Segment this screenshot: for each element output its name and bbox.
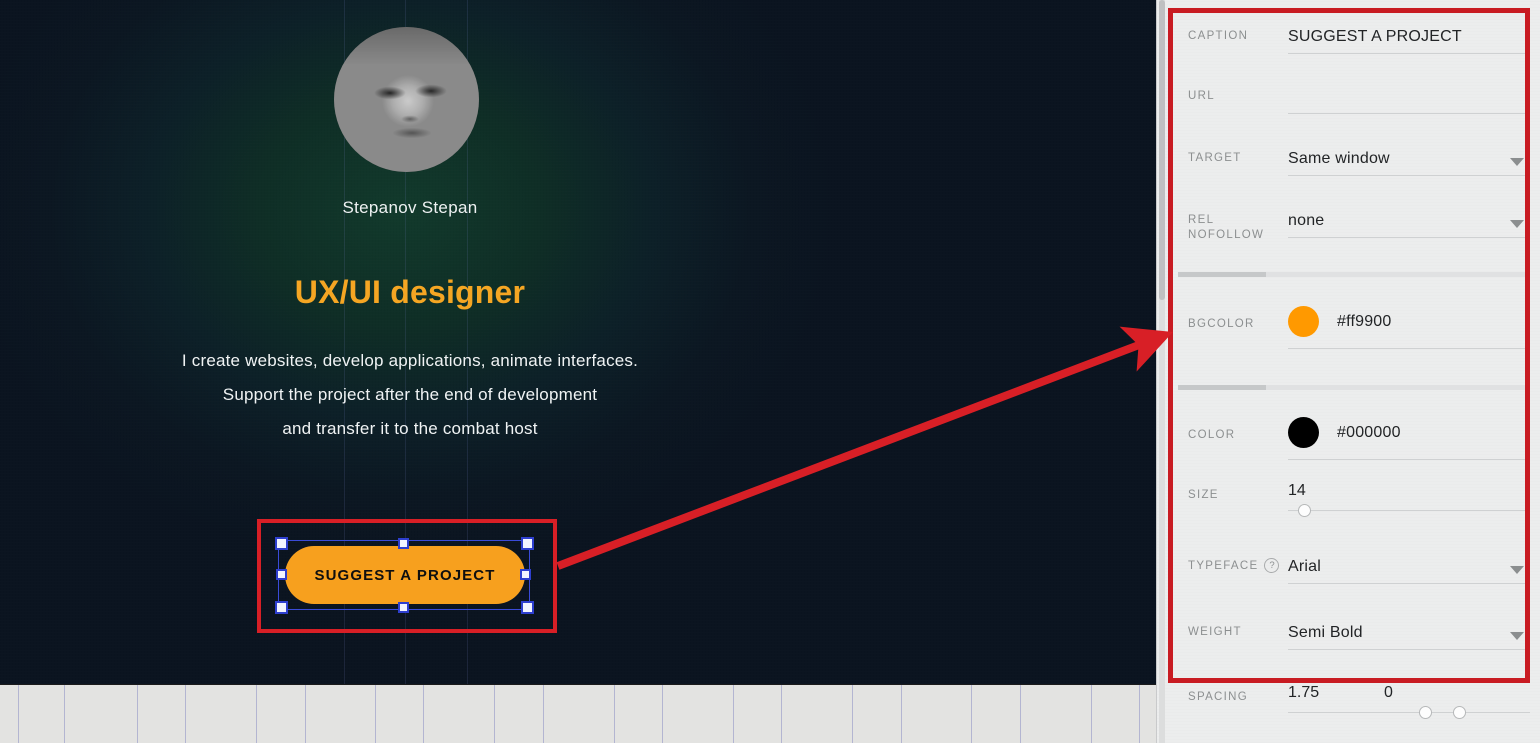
value-color: #000000 (1337, 423, 1401, 441)
ruler-gridline (971, 685, 972, 743)
row-rel-nofollow[interactable]: REL NOFOLLOW none (1178, 186, 1530, 248)
resize-handle-bottom-left[interactable] (275, 601, 288, 614)
resize-handle-bottom-right[interactable] (521, 601, 534, 614)
ruler-gridline (662, 685, 663, 743)
value-rel-nofollow: none (1288, 211, 1325, 229)
spacing-slider[interactable]: 1.75 0 (1288, 682, 1530, 719)
row-spacing[interactable]: SPACING 1.75 0 (1178, 660, 1530, 724)
value-target: Same window (1288, 149, 1390, 167)
value-spacing-letter: 1.75 (1288, 684, 1320, 701)
field-color[interactable]: #000000 (1288, 416, 1530, 460)
color-swatch[interactable] (1288, 417, 1319, 448)
value-size: 14 (1288, 482, 1306, 499)
label-size: SIZE (1188, 489, 1219, 501)
ruler-gridline (305, 685, 306, 743)
label-caption: CAPTION (1188, 30, 1249, 42)
row-url[interactable]: URL (1178, 62, 1530, 124)
chevron-down-icon[interactable] (1510, 219, 1524, 228)
ruler-gridline (733, 685, 734, 743)
field-rel-nofollow[interactable]: none (1288, 208, 1530, 238)
canvas-bottom-ruler (0, 684, 1156, 743)
field-typeface[interactable]: Arial (1288, 554, 1530, 584)
hero-description: I create websites, develop applications,… (0, 344, 820, 446)
ruler-gridline (1020, 685, 1021, 743)
value-typeface: Arial (1288, 557, 1322, 575)
chevron-down-icon[interactable] (1510, 631, 1524, 640)
ruler-gridline (1091, 685, 1092, 743)
chevron-down-icon[interactable] (1510, 157, 1524, 166)
hero-description-line: and transfer it to the combat host (282, 419, 538, 438)
ruler-gridline (781, 685, 782, 743)
app-root: Stepanov Stepan UX/UI designer I create … (0, 0, 1540, 743)
panel-scrollbar-thumb[interactable] (1159, 0, 1165, 300)
field-size[interactable]: 14 (1288, 480, 1530, 517)
ruler-gridline (423, 685, 424, 743)
row-bgcolor[interactable]: BGCOLOR #ff9900 (1178, 277, 1530, 363)
value-bgcolor: #ff9900 (1337, 312, 1392, 330)
size-slider-knob[interactable] (1297, 504, 1311, 517)
resize-handle-top-center[interactable] (398, 538, 409, 549)
panel-scrollbar[interactable] (1159, 0, 1165, 743)
label-rel-nofollow: REL NOFOLLOW (1188, 214, 1265, 241)
ruler-gridline (375, 685, 376, 743)
ruler-gridline (852, 685, 853, 743)
resize-handle-middle-right[interactable] (520, 569, 531, 580)
field-url[interactable] (1288, 84, 1530, 114)
chevron-down-icon[interactable] (1510, 565, 1524, 574)
properties-rows: CAPTION SUGGEST A PROJECT URL TARGET Sam… (1178, 0, 1530, 724)
spacing-values: 1.75 0 (1288, 684, 1530, 706)
label-target: TARGET (1188, 152, 1242, 164)
ruler-gridline (901, 685, 902, 743)
hero-description-line: I create websites, develop applications,… (181, 351, 639, 370)
hero-name: Stepanov Stepan (342, 198, 478, 217)
label-spacing: SPACING (1188, 691, 1249, 703)
canvas-texture (0, 0, 1156, 684)
label-weight: WEIGHT (1188, 626, 1242, 638)
avatar-image (334, 27, 479, 172)
hero-description-line: Support the project after the end of dev… (222, 385, 598, 404)
ruler-gridline (18, 685, 19, 743)
resize-handle-middle-left[interactable] (276, 569, 287, 580)
hero-title: UX/UI designer (294, 274, 526, 310)
label-color: COLOR (1188, 429, 1236, 441)
ruler-gridline (614, 685, 615, 743)
resize-handle-top-right[interactable] (521, 537, 534, 550)
spacing-slider-knob-2[interactable] (1452, 706, 1466, 719)
size-slider-track[interactable] (1288, 504, 1530, 517)
field-spacing[interactable]: 1.75 0 (1288, 682, 1530, 719)
value-spacing-word: 0 (1384, 684, 1393, 701)
row-target[interactable]: TARGET Same window (1178, 124, 1530, 186)
ruler-gridline (256, 685, 257, 743)
ruler-gridline (137, 685, 138, 743)
ruler-gridline (185, 685, 186, 743)
row-weight[interactable]: WEIGHT Semi Bold (1178, 598, 1530, 660)
value-weight: Semi Bold (1288, 623, 1363, 641)
ruler-gridline (543, 685, 544, 743)
resize-handle-bottom-center[interactable] (398, 602, 409, 613)
row-size[interactable]: SIZE 14 (1178, 472, 1530, 536)
avatar[interactable] (334, 27, 479, 172)
row-typeface[interactable]: TYPEFACE ? Arial (1178, 536, 1530, 598)
design-canvas[interactable]: Stepanov Stepan UX/UI designer I create … (0, 0, 1156, 684)
row-caption[interactable]: CAPTION SUGGEST A PROJECT (1178, 0, 1530, 62)
ruler-gridline (1139, 685, 1140, 743)
spacing-slider-track[interactable] (1288, 706, 1530, 719)
help-icon[interactable]: ? (1264, 558, 1280, 573)
field-weight[interactable]: Semi Bold (1288, 620, 1530, 650)
label-bgcolor: BGCOLOR (1188, 318, 1255, 330)
label-url: URL (1188, 90, 1215, 102)
row-color[interactable]: COLOR #000000 (1178, 390, 1530, 472)
ruler-gridline (494, 685, 495, 743)
resize-handle-top-left[interactable] (275, 537, 288, 550)
field-bgcolor[interactable]: #ff9900 (1288, 305, 1530, 349)
bgcolor-swatch[interactable] (1288, 306, 1319, 337)
size-slider[interactable]: 14 (1288, 480, 1530, 517)
cta-suggest-a-project-button[interactable]: SUGGEST A PROJECT (285, 546, 525, 604)
field-caption[interactable]: SUGGEST A PROJECT (1288, 24, 1530, 54)
field-target[interactable]: Same window (1288, 146, 1530, 176)
spacing-slider-knob-1[interactable] (1418, 706, 1432, 719)
value-caption: SUGGEST A PROJECT (1288, 27, 1462, 45)
label-typeface: TYPEFACE ? (1188, 554, 1288, 574)
ruler-gridline (64, 685, 65, 743)
